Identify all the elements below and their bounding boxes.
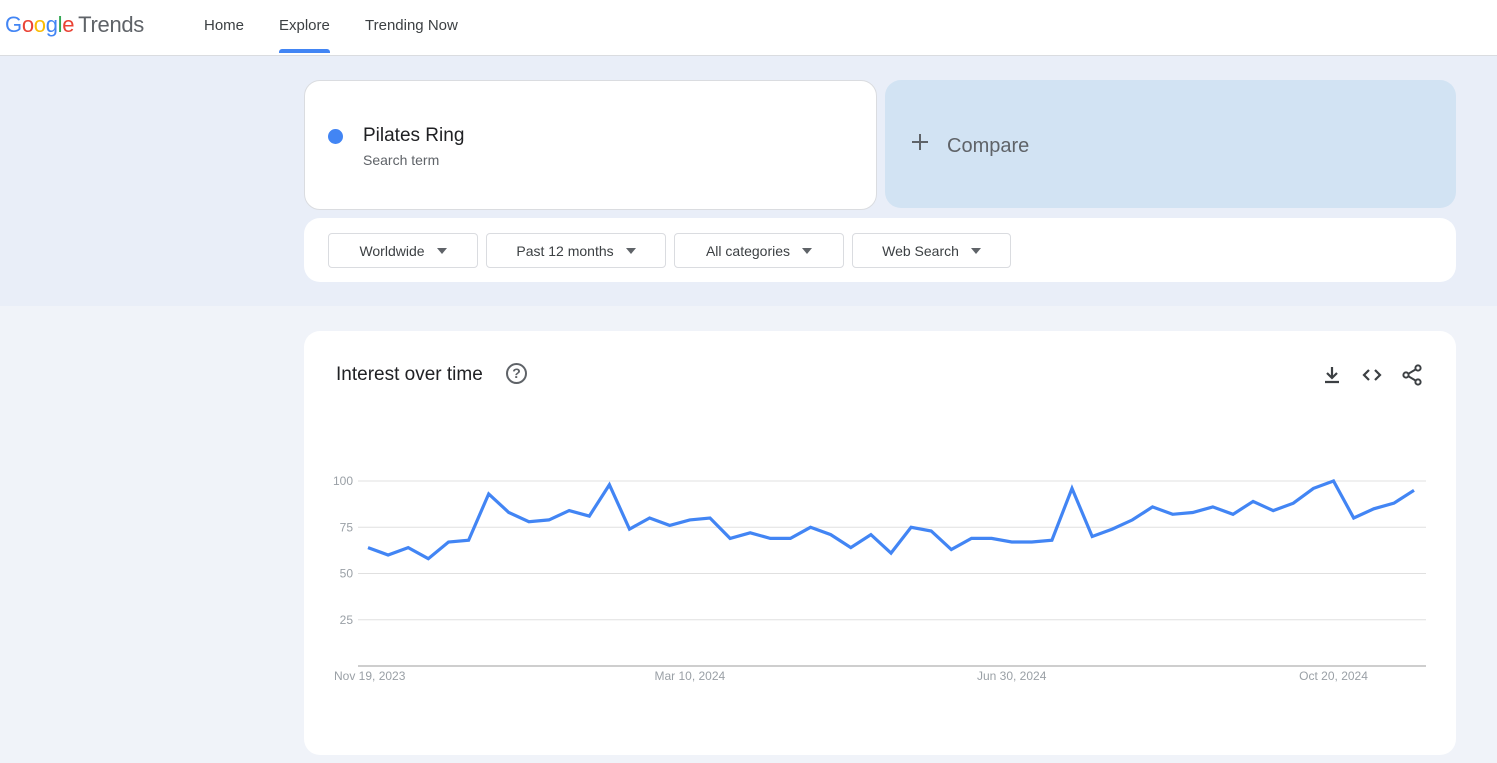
series-line xyxy=(367,479,1415,561)
interest-line-chart[interactable]: 25 50 75 100 Nov 19, 2023 Mar 10, 2024 Jun 30,… xyxy=(0,0,1497,763)
x-tick-label: Oct 20, 2024 xyxy=(1299,669,1368,683)
y-tick-label: 50 xyxy=(340,567,354,581)
y-tick-label: 75 xyxy=(340,520,354,534)
x-tick-label: Nov 19, 2023 xyxy=(334,669,406,683)
y-tick-label: 100 xyxy=(333,474,353,488)
x-tick-label: Jun 30, 2024 xyxy=(977,669,1047,683)
x-tick-label: Mar 10, 2024 xyxy=(654,669,725,683)
y-tick-label: 25 xyxy=(340,613,354,627)
